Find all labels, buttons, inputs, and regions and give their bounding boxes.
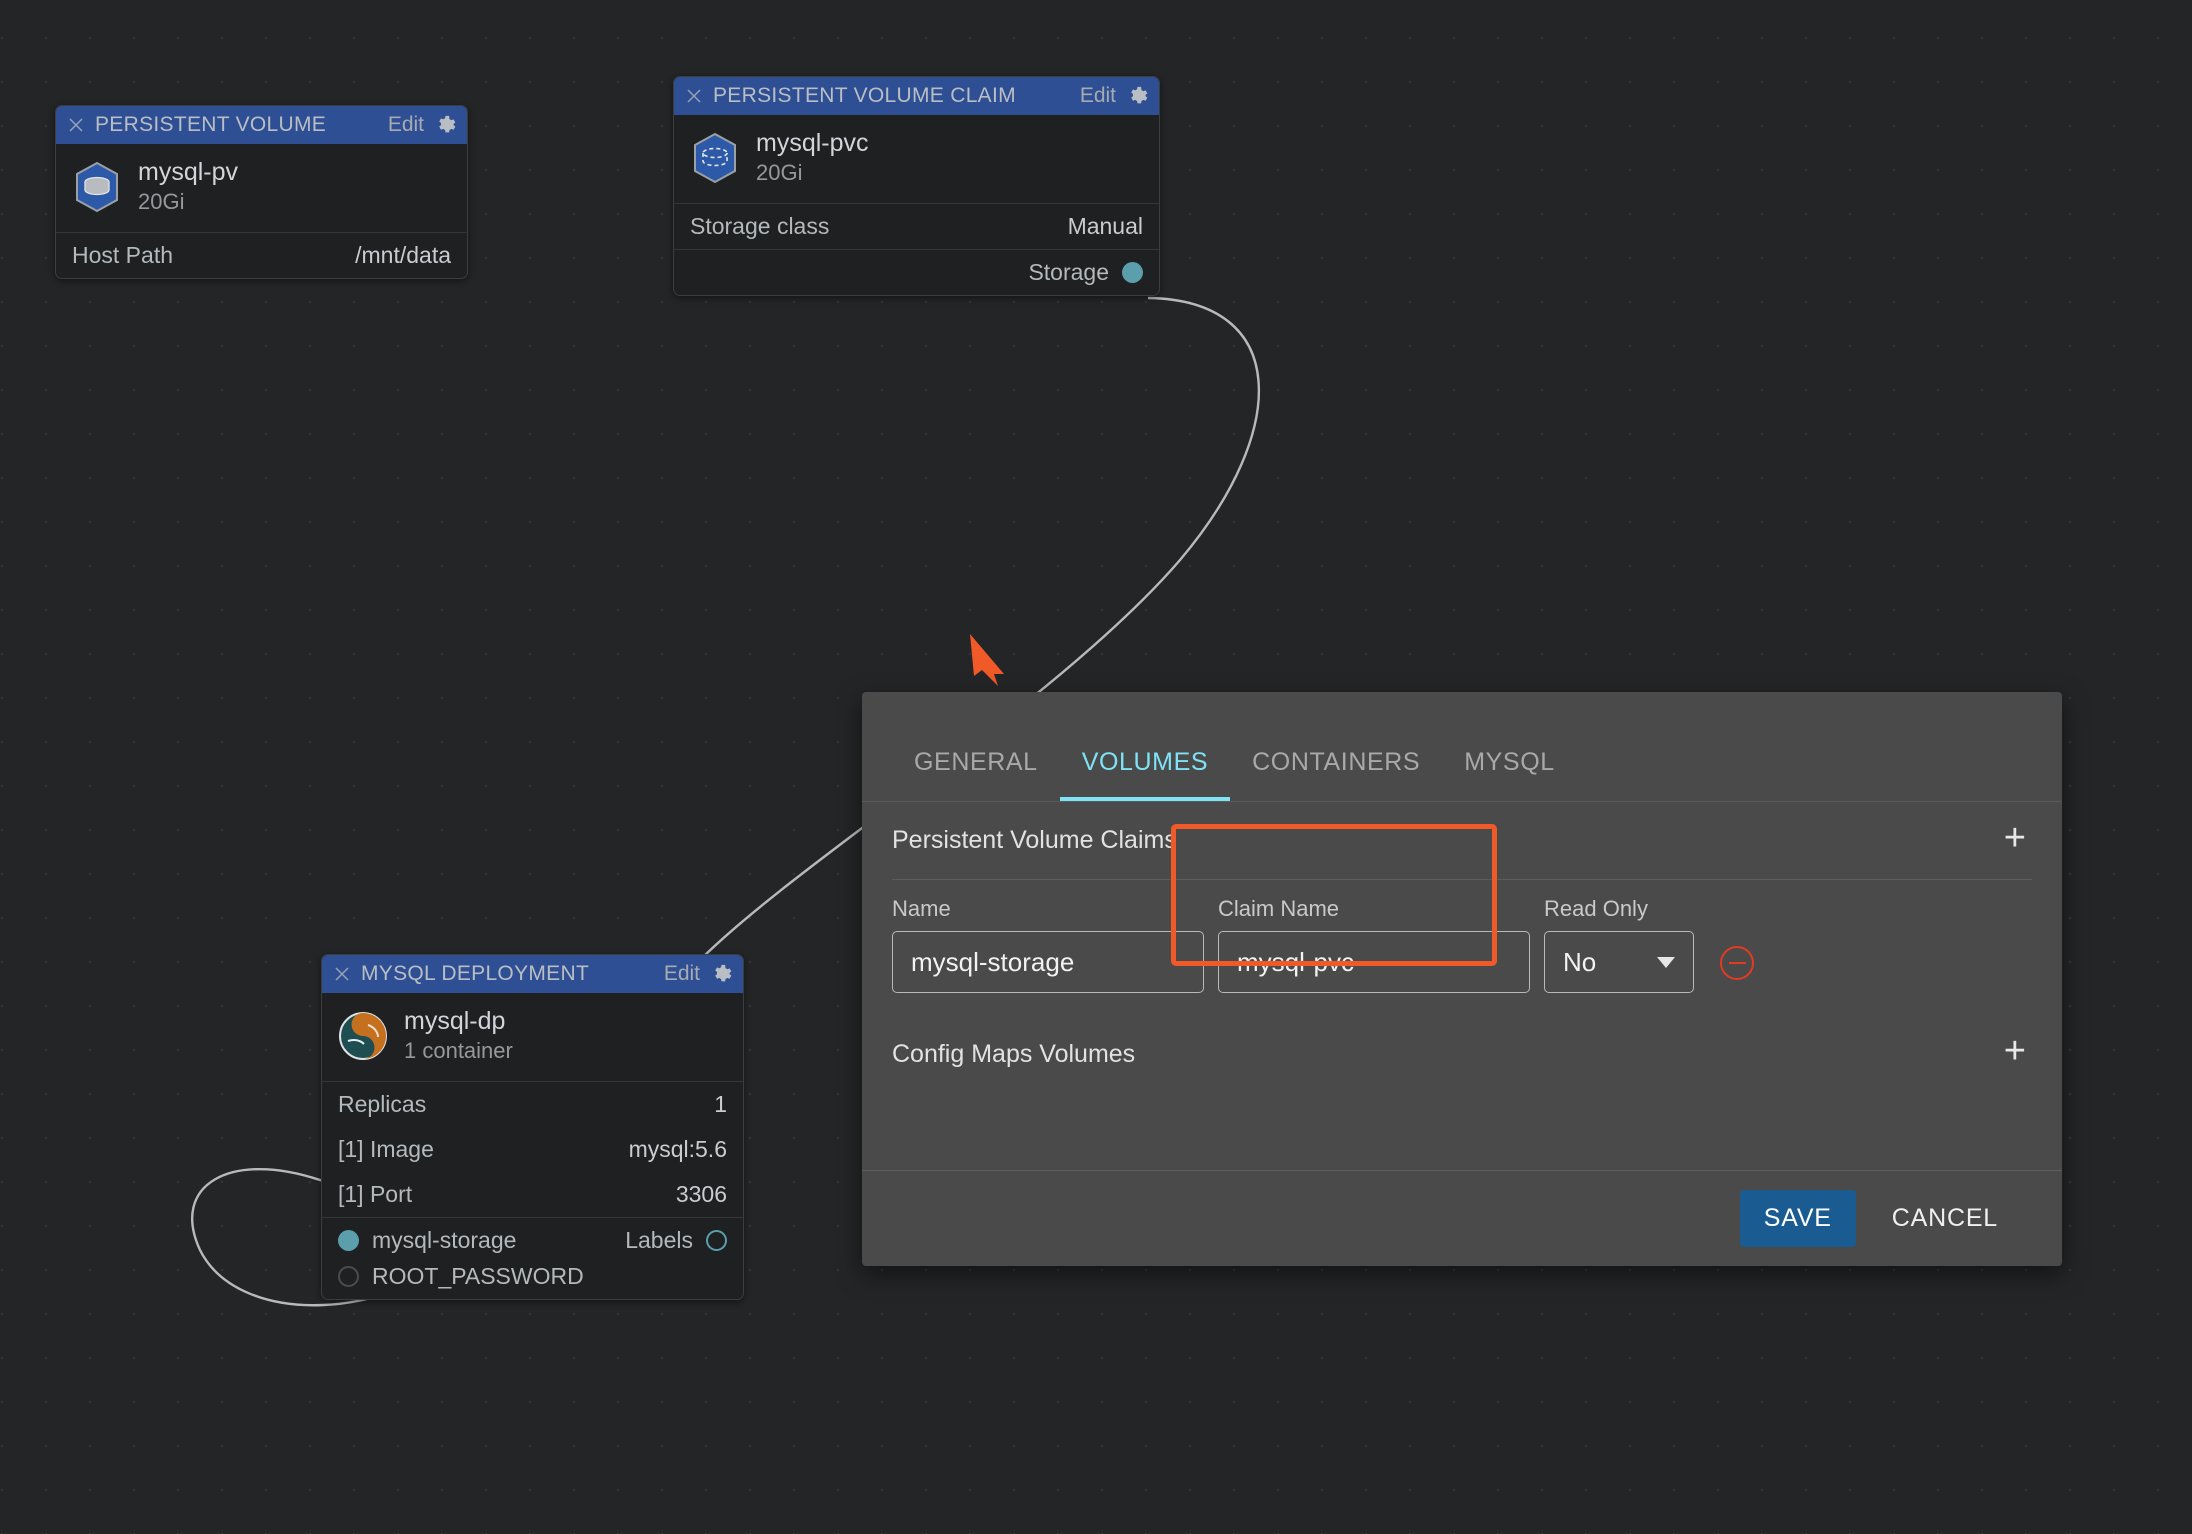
pvc-readonly-label: Read Only xyxy=(1544,896,1648,921)
persistent-volume-claim-identity: mysql-pvc 20Gi xyxy=(674,115,1159,203)
gear-icon[interactable] xyxy=(710,963,732,985)
mysql-dolphin-icon xyxy=(339,1012,387,1061)
row-value: 1 xyxy=(714,1091,727,1118)
deployment-edit-panel[interactable]: GENERAL VOLUMES CONTAINERS MYSQL Persist… xyxy=(862,692,2062,1266)
pvc-claim-name-label: Claim Name xyxy=(1218,896,1340,921)
mysql-deployment-identity: mysql-dp 1 container xyxy=(322,993,743,1081)
mysql-deployment-card-title: MYSQL DEPLOYMENT xyxy=(361,962,590,985)
k8s-persistent-volume-claim-icon xyxy=(694,133,736,184)
pvc-readonly-select[interactable]: No xyxy=(1544,931,1694,993)
row-key: Replicas xyxy=(338,1091,427,1118)
section-persistent-volume-claims: Persistent Volume Claims + xyxy=(892,802,2032,880)
mysql-deployment-port-row-rootpassword[interactable]: ROOT_PASSWORD xyxy=(322,1263,743,1299)
row-key: Host Path xyxy=(72,242,173,269)
mysql-deployment-row-port: [1] Port 3306 xyxy=(322,1172,743,1217)
pvc-readonly-value: No xyxy=(1563,946,1597,977)
persistent-volume-claim-storage-port-row[interactable]: Storage xyxy=(674,249,1159,295)
persistent-volume-row-hostpath: Host Path /mnt/data xyxy=(56,232,467,278)
pvc-claim-name-input[interactable] xyxy=(1218,931,1530,993)
root-password-port-dot[interactable] xyxy=(338,1266,359,1288)
labels-port-label: Labels xyxy=(625,1227,693,1254)
mysql-deployment-card-header[interactable]: MYSQL DEPLOYMENT Edit xyxy=(322,955,743,993)
add-persistent-volume-claim-button[interactable]: + xyxy=(1998,819,2032,863)
save-button[interactable]: SAVE xyxy=(1739,1190,1856,1247)
mysql-deployment-subtitle: 1 container xyxy=(404,1037,513,1063)
pvc-form-row: Name Claim Name Read Only No xyxy=(892,880,2032,993)
persistent-volume-card-title: PERSISTENT VOLUME xyxy=(95,113,327,136)
persistent-volume-claim-card[interactable]: PERSISTENT VOLUME CLAIM Edit mysql-pvc 2… xyxy=(673,76,1160,297)
persistent-volume-identity: mysql-pv 20Gi xyxy=(56,144,467,232)
section-title: Persistent Volume Claims xyxy=(892,826,1177,854)
remove-circle-icon[interactable] xyxy=(1720,946,1754,980)
pvc-claim-field-group: Claim Name xyxy=(1218,896,1530,993)
mysql-deployment-row-replicas: Replicas 1 xyxy=(322,1081,743,1127)
persistent-volume-claim-row-storageclass: Storage class Manual xyxy=(674,203,1159,249)
add-config-map-volume-button[interactable]: + xyxy=(1998,1032,2032,1076)
storage-port-label: Storage xyxy=(1028,259,1109,286)
pvc-readonly-field-group: Read Only No xyxy=(1544,896,1694,993)
persistent-volume-name: mysql-pv xyxy=(138,158,239,186)
mysql-deployment-edit-link[interactable]: Edit xyxy=(664,962,700,986)
tab-containers[interactable]: CONTAINERS xyxy=(1230,748,1442,801)
tab-volumes[interactable]: VOLUMES xyxy=(1059,748,1231,801)
tab-general[interactable]: GENERAL xyxy=(892,748,1060,801)
persistent-volume-claim-card-title: PERSISTENT VOLUME CLAIM xyxy=(713,84,1016,107)
k8s-persistent-volume-icon xyxy=(76,162,118,213)
chevron-down-icon xyxy=(1657,956,1675,968)
storage-port-dot[interactable] xyxy=(1122,262,1143,284)
mysql-storage-port-dot[interactable] xyxy=(338,1230,359,1252)
gear-icon[interactable] xyxy=(434,114,456,136)
panel-body: Persistent Volume Claims + Name Claim Na… xyxy=(862,802,2062,1170)
persistent-volume-capacity: 20Gi xyxy=(138,188,185,214)
section-title: Config Maps Volumes xyxy=(892,1039,1136,1068)
annotation-arrow-icon xyxy=(970,634,1004,686)
mysql-deployment-card[interactable]: MYSQL DEPLOYMENT Edit mysql-dp 1 contain… xyxy=(321,954,744,1301)
graph-canvas[interactable]: PERSISTENT VOLUME Edit mysql-pv 20Gi Hos… xyxy=(0,0,2192,1534)
close-icon[interactable] xyxy=(67,116,85,134)
mysql-deployment-row-image: [1] Image mysql:5.6 xyxy=(322,1127,743,1172)
row-key: [1] Port xyxy=(338,1181,413,1208)
pvc-name-field-group: Name xyxy=(892,896,1204,993)
persistent-volume-claim-edit-link[interactable]: Edit xyxy=(1080,84,1116,108)
persistent-volume-claim-capacity: 20Gi xyxy=(756,159,803,185)
labels-port-dot[interactable] xyxy=(706,1230,727,1252)
section-config-maps-volumes: Config Maps Volumes + xyxy=(892,1015,2032,1093)
row-key: [1] Image xyxy=(338,1136,434,1163)
mysql-deployment-name: mysql-dp xyxy=(404,1007,506,1035)
root-password-port-label: ROOT_PASSWORD xyxy=(372,1263,584,1290)
row-value: mysql:5.6 xyxy=(628,1136,727,1163)
mysql-deployment-rows: Replicas 1 [1] Image mysql:5.6 [1] Port … xyxy=(322,1081,743,1217)
persistent-volume-edit-link[interactable]: Edit xyxy=(388,113,424,137)
pvc-name-label: Name xyxy=(892,896,951,921)
panel-footer: SAVE CANCEL xyxy=(862,1170,2062,1266)
persistent-volume-card-header[interactable]: PERSISTENT VOLUME Edit xyxy=(56,106,467,144)
persistent-volume-claim-name: mysql-pvc xyxy=(756,129,869,157)
close-icon[interactable] xyxy=(333,965,351,983)
mysql-storage-port-label: mysql-storage xyxy=(372,1227,517,1254)
row-value: 3306 xyxy=(675,1181,727,1208)
row-value: /mnt/data xyxy=(355,242,451,269)
tab-mysql[interactable]: MYSQL xyxy=(1442,748,1577,801)
row-value: Manual xyxy=(1067,213,1143,240)
panel-tabs[interactable]: GENERAL VOLUMES CONTAINERS MYSQL xyxy=(862,692,2062,802)
close-icon[interactable] xyxy=(685,87,703,105)
cancel-button[interactable]: CANCEL xyxy=(1874,1190,2016,1247)
pvc-name-input[interactable] xyxy=(892,931,1204,993)
persistent-volume-card[interactable]: PERSISTENT VOLUME Edit mysql-pv 20Gi Hos… xyxy=(55,105,468,280)
gear-icon[interactable] xyxy=(1126,85,1148,107)
mysql-deployment-port-row-storage[interactable]: mysql-storage Labels xyxy=(322,1217,743,1263)
row-key: Storage class xyxy=(690,213,830,240)
persistent-volume-claim-card-header[interactable]: PERSISTENT VOLUME CLAIM Edit xyxy=(674,77,1159,115)
